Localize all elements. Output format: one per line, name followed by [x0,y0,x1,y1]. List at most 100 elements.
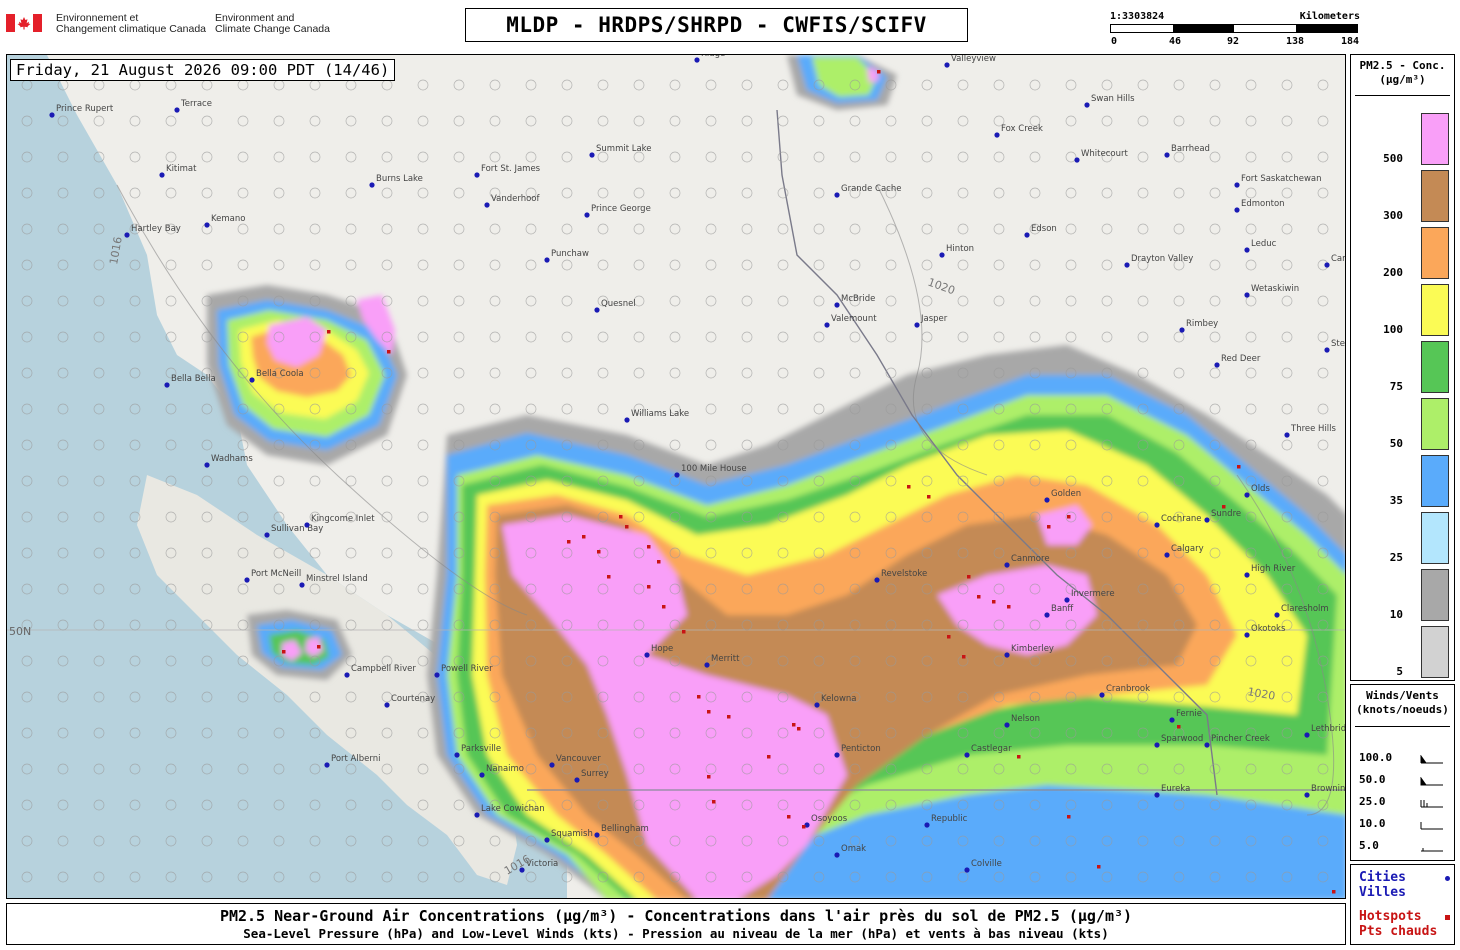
scale-tick: 0 [1110,36,1118,47]
grid-point [453,79,465,91]
grid-point [921,187,933,199]
grid-point [453,403,465,415]
grid-point [1317,439,1329,451]
fire-hotspot-marker [877,70,881,74]
grid-point [165,79,177,91]
wind-speed-label: 5.0 [1359,839,1379,852]
grid-point [633,331,645,343]
city-label: Edson [1031,224,1057,234]
city-marker [814,702,820,708]
grid-point [129,79,141,91]
grid-point [1209,187,1221,199]
grid-point [345,187,357,199]
wind-barb-icon [1420,822,1443,830]
grid-point [381,223,393,235]
pm25-legend: PM2.5 - Conc. (µg/m³) 500 300 200 100 75 50 35 2… [1350,54,1455,681]
wind-speed-label: 100.0 [1359,751,1393,764]
grid-point [1065,331,1077,343]
city-marker [474,812,480,818]
pm25-legend-swatch [1421,227,1449,279]
city-marker [454,752,460,758]
city-label: Hartley Bay [131,224,181,234]
grid-point [345,79,357,91]
grid-point [957,187,969,199]
grid-point [525,223,537,235]
grid-point [849,367,861,379]
grid-point [1173,187,1185,199]
grid-point [993,151,1005,163]
grid-point [633,367,645,379]
city-marker [1234,182,1240,188]
latitude-label: 50N [9,625,31,638]
grid-point [1101,79,1113,91]
grid-point [1173,367,1185,379]
city-marker [1084,102,1090,108]
city-label: Kingcome Inlet [311,514,375,524]
grid-point [993,187,1005,199]
grid-point [417,583,429,595]
city-label: Sparwood [1161,734,1203,744]
grid-point [561,331,573,343]
fire-hotspot-marker [962,655,966,659]
grid-point [525,259,537,271]
fire-hotspot-marker [647,545,651,549]
grid-point [1137,115,1149,127]
grid-point [453,223,465,235]
grid-point [957,259,969,271]
fire-hotspot-marker [387,350,391,354]
pm25-legend-label: 500 [1383,152,1403,165]
city-label: Terrace [180,99,212,109]
city-marker [824,322,830,328]
city-label: Browning [1311,784,1346,794]
city-label: Fernie [1176,709,1202,719]
city-label: Colville [971,859,1002,869]
grid-point [1209,367,1221,379]
grid-point [453,295,465,307]
fire-hotspot-marker [802,825,806,829]
grid-point [705,295,717,307]
fire-hotspot-marker [697,695,701,699]
grid-point [165,295,177,307]
pm25-legend-swatch [1421,455,1449,507]
grid-point [1101,295,1113,307]
grid-point [597,187,609,199]
city-marker [1214,362,1220,368]
city-label: Nanaimo [486,764,524,774]
fire-hotspot-marker [1332,890,1336,894]
grid-point [921,115,933,127]
fire-hotspot-marker [619,515,623,519]
grid-point [417,223,429,235]
city-label: Cranbrook [1106,684,1150,694]
grid-point [957,223,969,235]
grid-point [741,331,753,343]
city-marker [264,532,270,538]
city-marker [834,752,840,758]
scale-tick: 184 [1340,36,1360,47]
city-marker [589,152,595,158]
city-label: Vancouver [556,754,601,764]
grid-point [1245,331,1257,343]
grid-point [381,547,393,559]
city-marker [939,252,945,258]
grid-point [345,475,357,487]
grid-point [237,151,249,163]
grid-point [777,403,789,415]
wind-barb-icon [1420,755,1443,764]
grid-point [849,223,861,235]
fire-hotspot-marker [707,775,711,779]
grid-point [957,331,969,343]
wind-barb-icon [1420,800,1443,808]
grid-point [1065,295,1077,307]
grid-point [921,295,933,307]
grid-point [345,151,357,163]
grid-point [1101,115,1113,127]
smoke-forecast-map[interactable]: Prince Rupert Terrace Kitimat Hartley Bay Ke… [6,54,1346,899]
grid-point [93,115,105,127]
city-marker [1304,792,1310,798]
grid-point [921,79,933,91]
fire-hotspot-marker [797,727,801,731]
city-label: Quesnel [601,299,636,309]
grid-point [309,547,321,559]
city-marker [1284,432,1290,438]
grid-point [669,367,681,379]
